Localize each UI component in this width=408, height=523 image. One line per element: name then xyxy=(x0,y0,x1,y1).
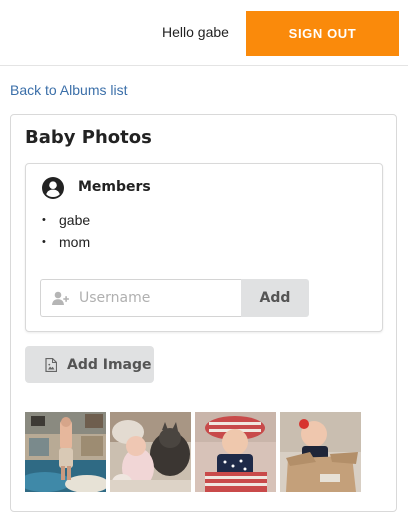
add-image-label: Add Image xyxy=(67,356,152,373)
username-field xyxy=(40,279,241,317)
photo-thumbnail[interactable] xyxy=(25,412,106,492)
members-panel: Members gabe mom Add xyxy=(25,163,383,332)
album-title: Baby Photos xyxy=(25,127,152,148)
photo-image xyxy=(195,412,276,492)
top-bar: Hello gabe SIGN OUT xyxy=(0,0,408,66)
member-item: gabe xyxy=(42,212,90,234)
photo-image xyxy=(280,412,361,492)
file-image-icon xyxy=(45,357,57,372)
album-card: Baby Photos Members gabe mom Add xyxy=(10,114,397,512)
member-list: gabe mom xyxy=(42,212,90,256)
photo-thumbnail[interactable] xyxy=(110,412,191,492)
add-image-button[interactable]: Add Image xyxy=(25,346,154,383)
username-input[interactable] xyxy=(79,280,239,316)
members-heading: Members xyxy=(78,179,151,195)
sign-out-button[interactable]: SIGN OUT xyxy=(246,11,399,56)
add-member-button[interactable]: Add xyxy=(241,279,309,317)
add-user-icon xyxy=(52,291,69,305)
back-to-albums-link[interactable]: Back to Albums list xyxy=(10,82,128,98)
photo-thumbnail[interactable] xyxy=(280,412,361,492)
photo-thumbnails xyxy=(25,412,375,492)
photo-image xyxy=(110,412,191,492)
user-circle-icon xyxy=(42,177,64,199)
photo-thumbnail[interactable] xyxy=(195,412,276,492)
photo-image xyxy=(25,412,106,492)
member-item: mom xyxy=(42,234,90,256)
greeting-text: Hello gabe xyxy=(162,24,229,40)
